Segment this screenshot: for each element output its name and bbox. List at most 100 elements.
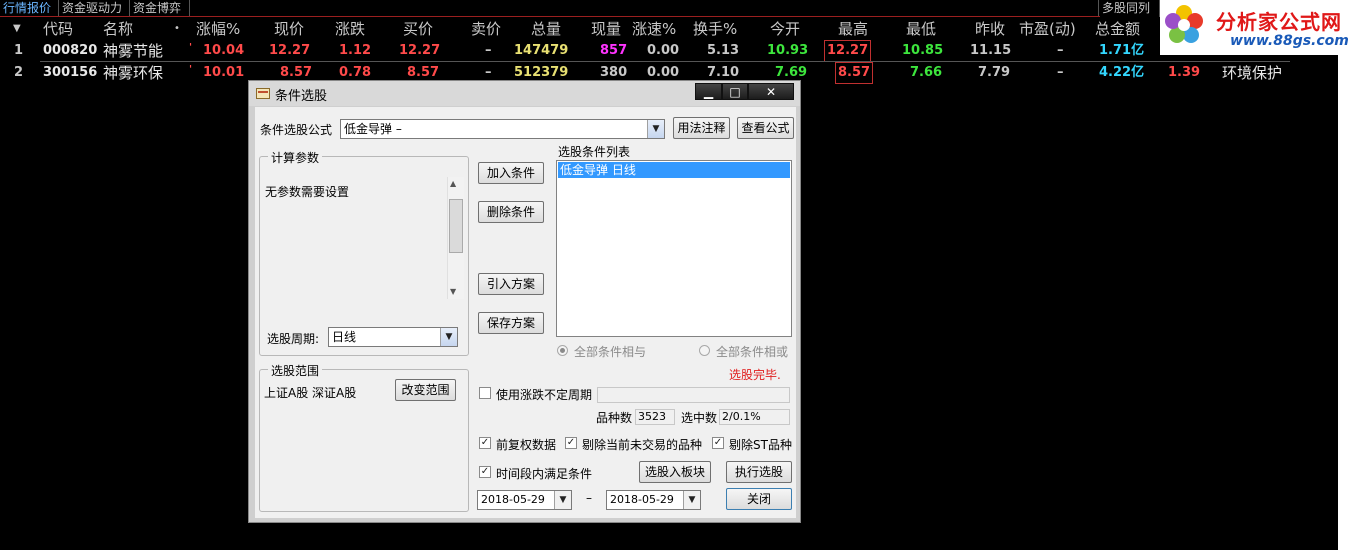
- col-prev-close[interactable]: 昨收: [975, 19, 1005, 39]
- col-pe[interactable]: 市盈(动): [1019, 19, 1076, 39]
- exclude-st-label: 剔除ST品种: [729, 438, 792, 452]
- site-logo: 分析家公式网 www.88gs.com: [1160, 0, 1360, 55]
- logo-url: www.88gs.com: [1230, 33, 1349, 49]
- params-text: 无参数需要设置: [265, 185, 350, 199]
- minimize-icon: ▁: [703, 85, 714, 99]
- radio-and-label: 全部条件相与: [574, 345, 647, 359]
- count-value: 3523: [635, 409, 675, 425]
- variable-period-checkbox[interactable]: [479, 387, 491, 399]
- delete-condition-button[interactable]: 删除条件: [478, 201, 544, 223]
- minimize-button[interactable]: ▁: [695, 83, 722, 100]
- time-range-checkbox[interactable]: ✓: [479, 466, 491, 478]
- chevron-down-icon[interactable]: ▼: [647, 120, 664, 138]
- tab-underline: [0, 16, 1100, 17]
- save-plan-button[interactable]: 保存方案: [478, 312, 544, 334]
- stock-code: 300156: [43, 65, 98, 80]
- list-item[interactable]: 低金导弹 日线: [558, 162, 790, 178]
- col-speed[interactable]: 涨速%: [632, 19, 676, 39]
- progress-bar: [597, 387, 790, 403]
- price: 12.27: [269, 43, 311, 58]
- col-change[interactable]: 涨跌: [335, 19, 365, 39]
- close-button[interactable]: 关闭: [726, 488, 792, 510]
- execute-select-button[interactable]: 执行选股: [726, 461, 792, 483]
- logo-name: 分析家公式网: [1216, 10, 1342, 34]
- right-edge-strip: [1338, 55, 1360, 550]
- tab-fund-game[interactable]: 资金博弈: [130, 0, 190, 17]
- selected-label: 选中数: [681, 411, 718, 425]
- condition-list-label: 选股条件列表: [558, 145, 631, 159]
- col-cur-volume[interactable]: 现量: [591, 19, 621, 39]
- exclude-untraded-checkbox[interactable]: ✓: [565, 437, 577, 449]
- tab-quote[interactable]: 行情报价: [0, 0, 59, 17]
- prev-close: 11.15: [970, 43, 1012, 58]
- col-high[interactable]: 最高: [838, 19, 868, 39]
- row-index: 2: [14, 65, 24, 80]
- prior-adjust-label: 前复权数据: [496, 438, 557, 452]
- col-bid[interactable]: 买价: [403, 19, 433, 39]
- usage-notes-button[interactable]: 用法注释: [673, 117, 730, 139]
- chevron-down-icon[interactable]: ▼: [440, 328, 457, 346]
- tab-multi-stock[interactable]: 多股同列: [1098, 0, 1160, 17]
- radio-or[interactable]: [699, 345, 710, 356]
- industry: 环境保护: [1222, 64, 1283, 82]
- flag-mark-icon: ': [189, 42, 193, 53]
- window-app-icon: [256, 88, 270, 99]
- period-label: 选股周期:: [267, 332, 320, 346]
- maximize-button[interactable]: □: [722, 83, 748, 100]
- time-range-label: 时间段内满足条件: [496, 467, 593, 481]
- col-ask[interactable]: 卖价: [471, 19, 501, 39]
- period-select[interactable]: 日线 ▼: [328, 327, 458, 347]
- sort-arrow-icon[interactable]: ▼: [13, 19, 21, 39]
- dialog-title: 条件选股: [275, 89, 328, 104]
- col-name[interactable]: 名称: [103, 19, 133, 39]
- formula-combobox[interactable]: 低金导弹 – ▼: [340, 119, 665, 139]
- close-window-button[interactable]: ✕: [748, 83, 794, 100]
- stock-code: 000820: [43, 43, 98, 58]
- formula-value: 低金导弹 –: [344, 122, 402, 136]
- scroll-up-icon[interactable]: ▲: [450, 179, 456, 188]
- date-separator: –: [586, 491, 592, 505]
- col-amount[interactable]: 总金额: [1095, 19, 1140, 39]
- high: 12.27: [824, 40, 872, 62]
- col-turnover[interactable]: 换手%: [693, 19, 737, 39]
- scroll-down-icon[interactable]: ▼: [450, 287, 456, 296]
- params-scrollbar[interactable]: ▲ ▼: [447, 177, 464, 299]
- add-condition-button[interactable]: 加入条件: [478, 162, 544, 184]
- stock-name: 神雾节能: [103, 42, 164, 60]
- count-label: 品种数: [596, 411, 633, 425]
- radio-and[interactable]: [557, 345, 568, 356]
- exclude-st-checkbox[interactable]: ✓: [712, 437, 724, 449]
- prior-adjust-checkbox[interactable]: ✓: [479, 437, 491, 449]
- row-divider: [40, 61, 1290, 62]
- end-date-value: 2018-05-29: [610, 493, 674, 506]
- scroll-thumb[interactable]: [449, 199, 463, 253]
- pe: –: [1057, 65, 1064, 80]
- col-code[interactable]: 代码: [43, 19, 73, 39]
- col-price[interactable]: 现价: [274, 19, 304, 39]
- col-low[interactable]: 最低: [906, 19, 936, 39]
- params-group: 计算参数 无参数需要设置 ▲ ▼ 选股周期: 日线 ▼: [259, 149, 469, 356]
- end-date-picker[interactable]: 2018-05-29 ▼: [606, 490, 701, 510]
- status-text: 选股完毕.: [729, 368, 781, 382]
- col-change-pct[interactable]: 涨幅%: [196, 19, 240, 39]
- change-pct: 10.01: [203, 65, 245, 80]
- import-plan-button[interactable]: 引入方案: [478, 273, 544, 295]
- high: 8.57: [835, 62, 874, 84]
- chevron-down-icon[interactable]: ▼: [683, 491, 700, 509]
- dialog-client: 条件选股公式 低金导弹 – ▼ 用法注释 查看公式 计算参数 无参数需要设置 ▲…: [255, 107, 796, 518]
- change-range-button[interactable]: 改变范围: [395, 379, 456, 401]
- view-formula-button[interactable]: 查看公式: [737, 117, 794, 139]
- col-volume[interactable]: 总量: [531, 19, 561, 39]
- select-to-block-button[interactable]: 选股入板块: [639, 461, 711, 483]
- dialog-titlebar[interactable]: 条件选股 ▁ □ ✕: [249, 81, 800, 106]
- condition-listbox[interactable]: 低金导弹 日线: [556, 160, 792, 337]
- extra-value: 1.39: [1168, 65, 1201, 80]
- selected-value: 2/0.1%: [719, 409, 790, 425]
- start-date-picker[interactable]: 2018-05-29 ▼: [477, 490, 572, 510]
- col-open[interactable]: 今开: [770, 19, 800, 39]
- ask: –: [485, 43, 492, 58]
- range-group-title: 选股范围: [268, 362, 323, 379]
- amount: 1.71亿: [1099, 43, 1145, 58]
- chevron-down-icon[interactable]: ▼: [554, 491, 571, 509]
- tab-fund-drive[interactable]: 资金驱动力: [59, 0, 130, 17]
